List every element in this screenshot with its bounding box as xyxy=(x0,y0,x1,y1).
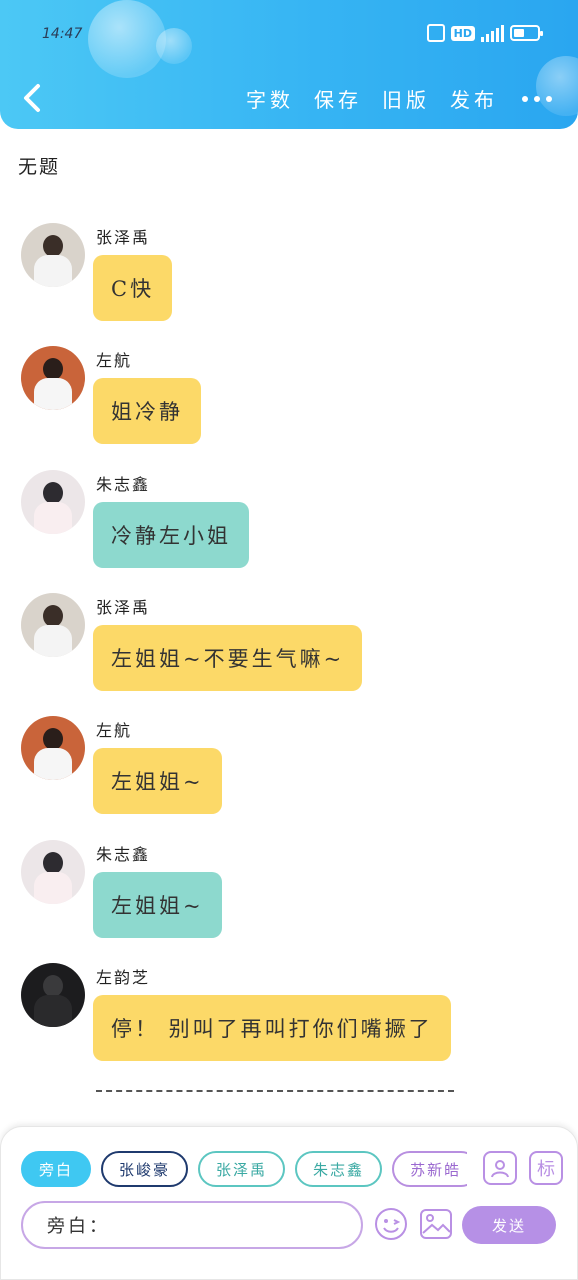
message-bubble[interactable]: 左姐姐~ xyxy=(93,748,222,814)
sender-name: 朱志鑫 xyxy=(96,475,151,494)
character-chip[interactable]: 张泽禹 xyxy=(198,1151,286,1187)
avatar[interactable] xyxy=(21,223,85,287)
avatar[interactable] xyxy=(21,593,85,657)
hd-icon: HD xyxy=(450,25,475,41)
character-manage-button[interactable] xyxy=(483,1151,517,1185)
top-header: 14:47 HD 字数 保存 旧版 发布 xyxy=(0,0,578,129)
image-icon xyxy=(420,1209,452,1239)
decor-bubble xyxy=(156,28,192,64)
chat-message[interactable]: 左航 姐冷静 xyxy=(0,343,578,453)
separator-line xyxy=(96,1090,454,1092)
message-bubble[interactable]: 冷静左小姐 xyxy=(93,502,249,568)
send-button[interactable]: 发送 xyxy=(462,1206,556,1244)
header-toolbar: 字数 保存 旧版 发布 xyxy=(226,84,552,113)
sender-name: 朱志鑫 xyxy=(96,845,151,864)
emoji-button[interactable] xyxy=(374,1207,408,1241)
sender-name: 左航 xyxy=(96,721,133,740)
message-bubble[interactable]: 左姐姐~不要生气嘛~ xyxy=(93,625,363,691)
input-panel: 旁白 张峻豪 张泽禹 朱志鑫 苏新皓 标 旁白： 发送 xyxy=(0,1126,578,1280)
battery-icon xyxy=(510,25,543,41)
chat-message[interactable]: 左韵芝 停！ 别叫了再叫打你们嘴撅了 xyxy=(0,960,578,1070)
message-bubble[interactable]: 姐冷静 xyxy=(93,378,201,444)
emoji-icon xyxy=(375,1208,407,1240)
signal-icon xyxy=(481,24,504,42)
sender-name: 张泽禹 xyxy=(96,598,151,617)
avatar[interactable] xyxy=(21,470,85,534)
image-button[interactable] xyxy=(419,1207,453,1241)
more-options-button[interactable] xyxy=(522,95,552,102)
mark-button[interactable]: 标 xyxy=(529,1151,563,1185)
character-chip[interactable]: 朱志鑫 xyxy=(295,1151,383,1187)
word-count-button[interactable]: 字数 xyxy=(246,84,294,113)
chat-editor-screen: 14:47 HD 字数 保存 旧版 发布 无题 张泽禹 C快 左航 姐冷静 朱志… xyxy=(0,0,578,1280)
message-bubble[interactable]: 左姐姐~ xyxy=(93,872,222,938)
chat-message[interactable]: 朱志鑫 左姐姐~ xyxy=(0,837,578,947)
avatar[interactable] xyxy=(21,963,85,1027)
chat-message[interactable]: 张泽禹 C快 xyxy=(0,220,578,330)
document-title[interactable]: 无题 xyxy=(18,152,60,179)
publish-button[interactable]: 发布 xyxy=(450,84,498,113)
character-chip[interactable]: 苏新皓 xyxy=(392,1151,467,1187)
character-chip[interactable]: 张峻豪 xyxy=(101,1151,189,1187)
person-icon xyxy=(491,1160,509,1178)
save-button[interactable]: 保存 xyxy=(314,84,362,113)
avatar[interactable] xyxy=(21,716,85,780)
status-icons: HD xyxy=(426,24,543,42)
chat-message[interactable]: 朱志鑫 冷静左小姐 xyxy=(0,467,578,577)
chat-message[interactable]: 张泽禹 左姐姐~不要生气嘛~ xyxy=(0,590,578,700)
back-button[interactable] xyxy=(18,80,48,116)
sender-name: 左韵芝 xyxy=(96,968,151,987)
status-time: 14:47 xyxy=(42,26,83,42)
chat-message[interactable]: 左航 左姐姐~ xyxy=(0,713,578,823)
more-dots-icon xyxy=(522,95,528,102)
character-chips: 旁白 张峻豪 张泽禹 朱志鑫 苏新皓 xyxy=(21,1151,467,1189)
avatar[interactable] xyxy=(21,346,85,410)
old-version-button[interactable]: 旧版 xyxy=(382,84,430,113)
vibrate-icon xyxy=(426,24,445,42)
message-input[interactable]: 旁白： xyxy=(21,1201,363,1249)
character-chip-narrator[interactable]: 旁白 xyxy=(21,1151,92,1187)
sender-name: 张泽禹 xyxy=(96,228,151,247)
message-bubble[interactable]: C快 xyxy=(93,255,173,321)
avatar[interactable] xyxy=(21,840,85,904)
message-bubble[interactable]: 停！ 别叫了再叫打你们嘴撅了 xyxy=(93,995,451,1061)
decor-bubble xyxy=(88,0,166,78)
sender-name: 左航 xyxy=(96,351,133,370)
chevron-left-icon xyxy=(24,84,40,112)
